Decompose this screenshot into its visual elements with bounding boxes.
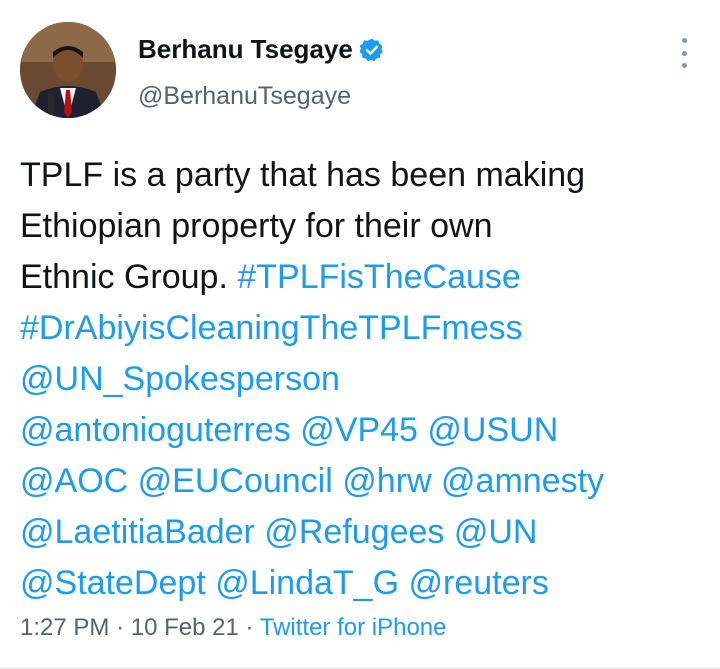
author-name-row[interactable]: Berhanu Tsegaye [138,34,385,65]
verified-badge-icon [359,38,383,61]
more-options-icon[interactable] [676,38,692,68]
mention-link[interactable]: @LindaT_G [215,564,399,602]
tweet-meta: 1:27 PM · 10 Feb 21 · Twitter for iPhone [20,614,446,642]
mention-link[interactable]: @amnesty [441,462,604,500]
tweet-date[interactable]: 10 Feb 21 [131,614,239,641]
mention-link[interactable]: @antonioguterres [20,411,291,449]
tweet-line: TPLF is a party that has been making [20,150,700,201]
tweet-text: TPLF is a party that has been making Eth… [20,150,700,609]
avatar[interactable] [20,22,116,118]
avatar-photo [20,22,116,118]
tweet-line: @LaetitiaBader @Refugees @UN [20,507,700,558]
mention-link[interactable]: @AOC [20,462,128,500]
tweet-line: @UN_Spokesperson [20,354,700,405]
mention-link[interactable]: @reuters [408,564,548,602]
mention-link[interactable]: @LaetitiaBader [20,513,255,551]
tweet-text-segment: Ethnic Group. [20,258,228,296]
mention-link[interactable]: @Refugees [264,513,444,551]
hashtag-link[interactable]: #TPLFisTheCause [237,258,520,296]
tweet-line: Ethnic Group. #TPLFisTheCause [20,252,700,303]
mention-link[interactable]: @UN [454,513,538,551]
mention-link[interactable]: @VP45 [300,411,418,449]
mention-link[interactable]: @EUCouncil [138,462,333,500]
tweet-line: #DrAbiyisCleaningTheTPLFmess [20,303,700,354]
meta-separator: · [245,614,254,641]
mention-link[interactable]: @StateDept [20,564,206,602]
tweet-source-link[interactable]: Twitter for iPhone [260,614,447,641]
mention-link[interactable]: @UN_Spokesperson [20,360,340,398]
tweet-line: @StateDept @LindaT_G @reuters [20,558,700,609]
hashtag-link[interactable]: #DrAbiyisCleaningTheTPLFmess [20,309,523,347]
tweet-time[interactable]: 1:27 PM [20,614,109,641]
tweet-line: Ethiopian property for their own [20,201,700,252]
tweet-text-segment: TPLF is a party that has been making [20,156,586,194]
author-handle[interactable]: @BerhanuTsegaye [138,82,351,111]
tweet-line: @AOC @EUCouncil @hrw @amnesty [20,456,700,507]
tweet-line: @antonioguterres @VP45 @USUN [20,405,700,456]
author-name[interactable]: Berhanu Tsegaye [138,34,353,65]
mention-link[interactable]: @USUN [427,411,558,449]
tweet-text-segment: Ethiopian property for their own [20,207,493,245]
meta-separator: · [116,614,125,641]
mention-link[interactable]: @hrw [342,462,431,500]
